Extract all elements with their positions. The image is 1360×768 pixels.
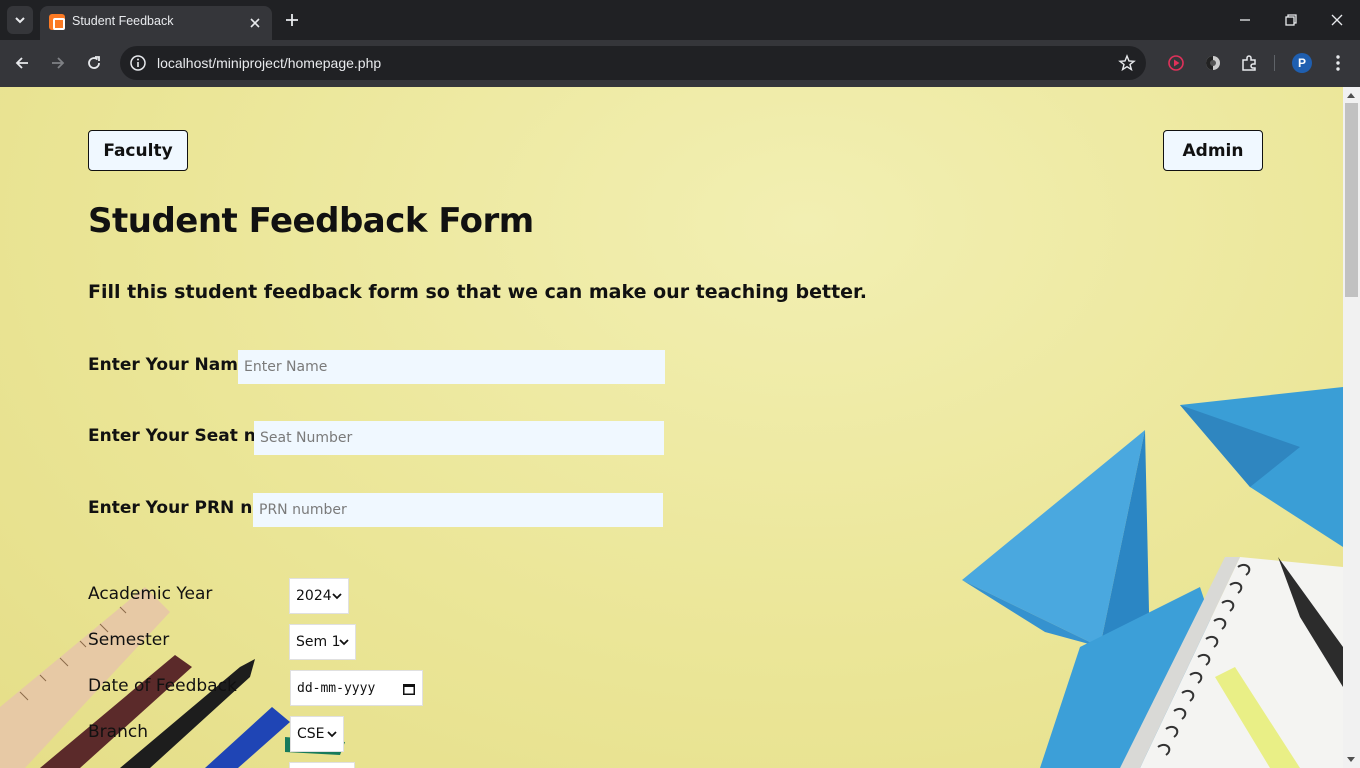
branch-select[interactable]: CSE [290, 716, 344, 752]
chevron-down-icon [339, 639, 349, 646]
scroll-up-arrow[interactable] [1347, 93, 1355, 98]
tab-search-button[interactable] [7, 6, 33, 34]
kebab-menu-icon[interactable] [1328, 53, 1348, 73]
url-text: localhost/miniproject/homepage.php [157, 55, 382, 71]
prn-label: Enter Your PRN no: [88, 498, 271, 518]
reload-icon[interactable] [84, 53, 104, 73]
tab-title: Student Feedback [72, 14, 174, 28]
faculty-button[interactable]: Faculty [88, 130, 188, 171]
seat-input[interactable] [254, 421, 664, 455]
semester-select[interactable]: Sem 1 [289, 624, 356, 660]
minimize-icon[interactable] [1235, 10, 1255, 30]
plus-icon[interactable] [282, 10, 302, 30]
restore-icon[interactable] [1281, 10, 1301, 30]
name-input[interactable] [238, 350, 665, 384]
seat-label: Enter Your Seat no: [88, 426, 275, 446]
back-arrow-icon[interactable] [12, 53, 32, 73]
dark-mode-extension-icon[interactable] [1203, 53, 1223, 73]
window-close-icon[interactable] [1327, 10, 1347, 30]
close-icon[interactable] [247, 15, 263, 31]
profile-avatar[interactable]: P [1292, 53, 1312, 73]
name-label: Enter Your Name: [88, 355, 257, 375]
academic-year-value: 2024 [296, 588, 332, 604]
semester-label: Semester [88, 630, 170, 650]
record-extension-icon[interactable] [1166, 53, 1186, 73]
chevron-down-icon [327, 731, 337, 738]
calendar-icon[interactable] [402, 682, 416, 696]
address-bar[interactable]: localhost/miniproject/homepage.php [120, 46, 1146, 80]
admin-button[interactable]: Admin [1163, 130, 1263, 171]
academic-year-label: Academic Year [88, 584, 213, 604]
forward-arrow-icon[interactable] [48, 53, 68, 73]
page-title: Student Feedback Form [88, 201, 534, 241]
page-viewport: Faculty Admin Student Feedback Form Fill… [0, 87, 1343, 768]
scroll-thumb[interactable] [1345, 103, 1358, 297]
puzzle-extensions-icon[interactable] [1239, 53, 1259, 73]
chevron-down-icon [332, 593, 342, 600]
scroll-down-arrow[interactable] [1347, 757, 1355, 762]
branch-value: CSE [297, 726, 325, 742]
next-select-partial[interactable] [289, 762, 355, 768]
toolbar-divider [1274, 55, 1275, 71]
date-value: dd-mm-yyyy [297, 680, 376, 696]
academic-year-select[interactable]: 2024 [289, 578, 349, 614]
branch-label: Branch [88, 722, 148, 742]
browser-toolbar: localhost/miniproject/homepage.php [0, 40, 1360, 87]
tab-strip: Student Feedback [0, 0, 1360, 40]
active-tab[interactable]: Student Feedback [40, 6, 272, 40]
page-subtitle: Fill this student feedback form so that … [88, 281, 867, 303]
page-scrollbar[interactable] [1343, 87, 1360, 768]
chevron-down-icon [15, 17, 25, 24]
xampp-favicon-icon [49, 14, 65, 30]
prn-input[interactable] [253, 493, 663, 527]
semester-value: Sem 1 [296, 634, 341, 650]
date-input[interactable]: dd-mm-yyyy [290, 670, 423, 706]
date-label: Date of Feedback [88, 676, 237, 696]
bookmark-star-icon[interactable] [1118, 54, 1136, 72]
site-info-icon[interactable] [129, 54, 147, 72]
